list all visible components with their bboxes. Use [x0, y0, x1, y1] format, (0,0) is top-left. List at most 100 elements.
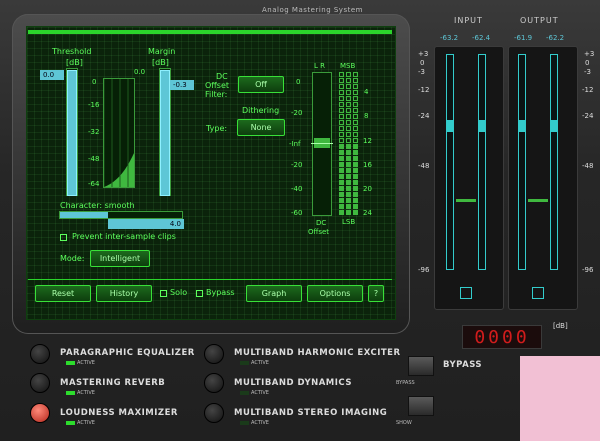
bit-cell — [339, 90, 344, 95]
threshold-value[interactable]: 0.0 — [40, 70, 64, 80]
bypass-label: Bypass — [206, 288, 235, 297]
imaging-power-knob[interactable] — [204, 403, 224, 423]
input-link-icon[interactable] — [460, 287, 472, 299]
module-status-maximizer: ACTIVE — [66, 420, 95, 426]
offset-label: Offset — [308, 228, 330, 236]
bit-cell — [353, 78, 358, 83]
bit-cell — [346, 156, 351, 161]
output-link-icon[interactable] — [532, 287, 544, 299]
meter-scale-left-6: -48 — [418, 162, 430, 170]
bit-cell — [353, 204, 358, 209]
dc-offset-dropdown[interactable]: Off — [238, 76, 284, 93]
output-label: OUTPUT — [520, 16, 559, 25]
bit-cell — [346, 114, 351, 119]
bit-cell — [346, 72, 351, 77]
output-left-handle[interactable] — [518, 120, 526, 132]
inactive-led-icon — [240, 421, 249, 425]
help-button[interactable]: ? — [368, 285, 384, 302]
bit-cell — [353, 210, 358, 215]
bit-cell — [346, 90, 351, 95]
output-level-indicator — [528, 199, 548, 202]
bypass-title: BYPASS — [443, 360, 483, 370]
reverb-power-knob[interactable] — [30, 373, 50, 393]
bit-cell — [353, 126, 358, 131]
output-left-channel — [518, 54, 526, 270]
bit-cell — [339, 78, 344, 83]
maximizer-scale-0: 0 — [92, 78, 97, 86]
module-status-imaging: ACTIVE — [240, 420, 269, 426]
bit-scale-5: 24 — [363, 209, 372, 217]
maximizer-power-knob[interactable] — [30, 403, 50, 423]
active-led-icon — [66, 361, 75, 365]
output-left-peak: -61.9 — [514, 34, 533, 42]
solo-checkbox[interactable] — [160, 290, 167, 297]
bit-cell — [339, 108, 344, 113]
meter-scale-left-1: 0 — [420, 59, 425, 67]
msb-label: MSB — [340, 62, 356, 70]
character-value[interactable]: 4.0 — [108, 219, 184, 229]
bit-cell — [346, 84, 351, 89]
graph-button[interactable]: Graph — [246, 285, 302, 302]
bit-cell — [346, 180, 351, 185]
bit-cell — [346, 120, 351, 125]
bit-cell — [346, 102, 351, 107]
bit-cell — [346, 192, 351, 197]
threshold-label: Threshold — [52, 47, 92, 56]
character-fill[interactable] — [60, 212, 108, 218]
prevent-clips-checkbox[interactable] — [60, 234, 67, 241]
dc-zero-marker — [311, 143, 333, 144]
bit-scale-1: 8 — [364, 112, 369, 120]
module-status-dynamics: ACTIVE — [240, 390, 269, 396]
bit-cell — [353, 96, 358, 101]
meter-scale-left-0: +3 — [418, 50, 429, 58]
module-status-eq: ACTIVE — [66, 360, 95, 366]
bit-cell — [339, 96, 344, 101]
bypass-main-button[interactable] — [408, 356, 434, 376]
bit-cell — [353, 186, 358, 191]
dynamics-power-knob[interactable] — [204, 373, 224, 393]
mode-dropdown[interactable]: Intelligent — [90, 250, 150, 267]
dc-offset-label-1: DC — [216, 72, 228, 81]
reset-button[interactable]: Reset — [35, 285, 91, 302]
margin-value[interactable]: -0.3 — [170, 80, 194, 90]
bit-cell — [353, 102, 358, 107]
bit-cell — [339, 84, 344, 89]
equalizer-power-knob[interactable] — [30, 344, 50, 364]
dithering-label: Dithering — [242, 106, 280, 115]
bit-cell — [346, 210, 351, 215]
options-button[interactable]: Options — [307, 285, 363, 302]
bypass-small-label: BYPASS — [396, 380, 415, 386]
exciter-power-knob[interactable] — [204, 344, 224, 364]
input-meter-panel — [434, 46, 504, 310]
dc-scale-4: -40 — [291, 185, 303, 193]
bit-cell — [346, 150, 351, 155]
bit-cell — [339, 150, 344, 155]
threshold-fader[interactable] — [67, 70, 77, 196]
maximizer-scale-2: -32 — [88, 128, 100, 136]
margin-fader[interactable] — [160, 70, 170, 196]
bit-cell — [346, 198, 351, 203]
bit-cell — [353, 168, 358, 173]
bit-cell — [353, 174, 358, 179]
bit-cell — [339, 204, 344, 209]
bit-cell — [346, 204, 351, 209]
module-name-reverb: MASTERING REVERB — [60, 378, 166, 388]
gain-reduction-graph — [103, 78, 135, 188]
bit-cell — [346, 168, 351, 173]
output-right-handle[interactable] — [550, 120, 558, 132]
bit-activity-grid — [339, 72, 359, 216]
bit-cell — [339, 120, 344, 125]
input-left-handle[interactable] — [446, 120, 454, 132]
mode-label: Mode: — [60, 254, 85, 263]
input-right-handle[interactable] — [478, 120, 486, 132]
bit-cell — [339, 168, 344, 173]
bit-cell — [353, 144, 358, 149]
bit-cell — [353, 150, 358, 155]
bit-cell — [339, 186, 344, 191]
bit-cell — [353, 132, 358, 137]
dither-type-dropdown[interactable]: None — [237, 119, 285, 136]
bit-cell — [339, 114, 344, 119]
history-button[interactable]: History — [96, 285, 152, 302]
show-button[interactable] — [408, 396, 434, 416]
bypass-checkbox[interactable] — [196, 290, 203, 297]
